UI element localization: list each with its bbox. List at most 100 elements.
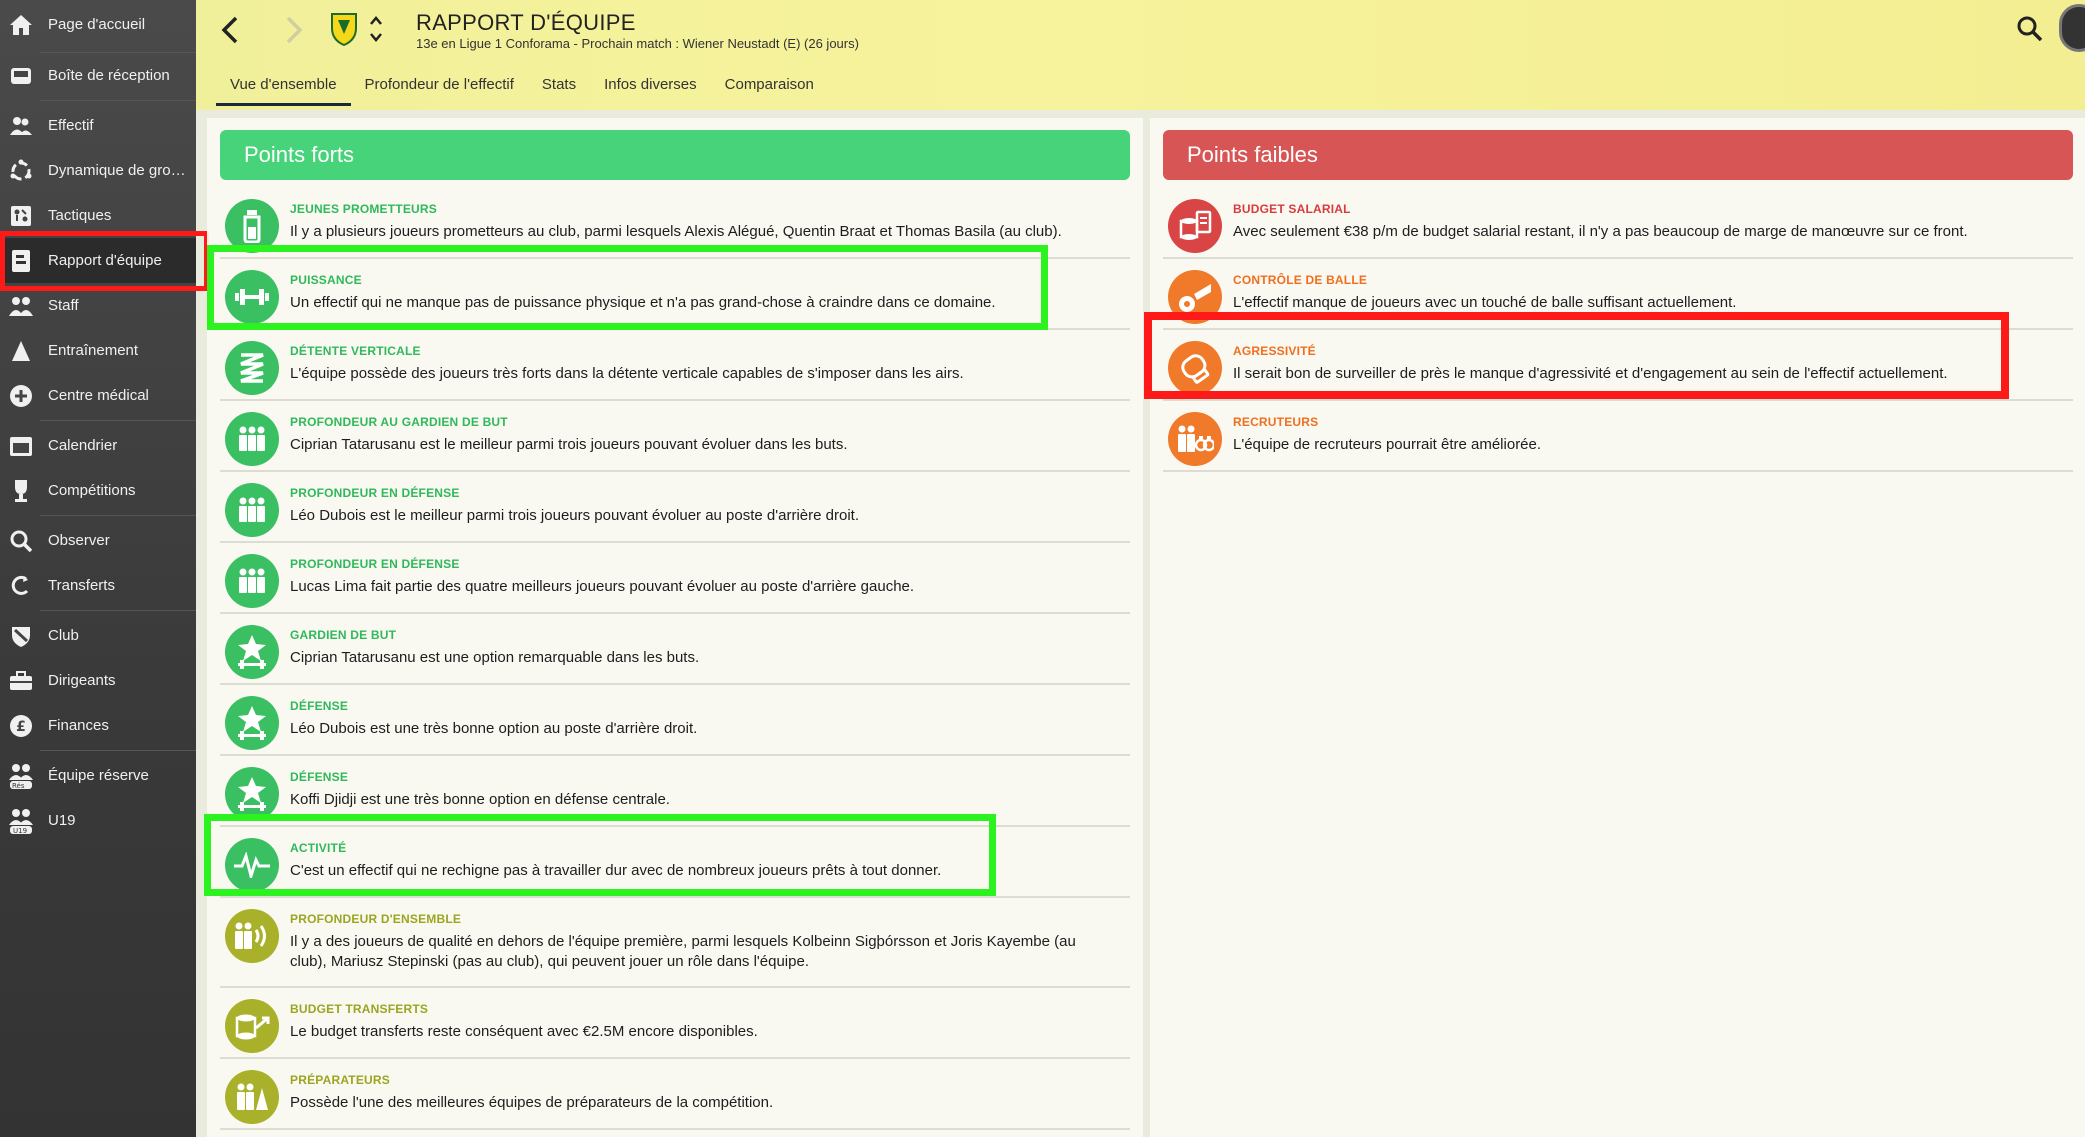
strengths-panel: Points forts JEUNES PROMETTEURS Il y a pl…	[207, 118, 1143, 1137]
sidebar-item-dynamics[interactable]: Dynamique de grou…	[0, 148, 196, 193]
reserve-badge: Rés	[12, 781, 25, 790]
report-row[interactable]: PROFONDEUR AU GARDIEN DE BUT Ciprian Tata…	[220, 401, 1130, 472]
row-category: PROFONDEUR D'ENSEMBLE	[290, 912, 462, 926]
squad-icon	[6, 113, 36, 139]
sidebar-item-label: Dirigeants	[48, 672, 116, 689]
tab-overview[interactable]: Vue d'ensemble	[216, 72, 351, 106]
row-category: AGRESSIVITÉ	[1233, 344, 1316, 358]
sidebar-item-training[interactable]: Entraînement	[0, 328, 196, 373]
finances-icon: £	[6, 713, 36, 739]
sidebar-item-scouting[interactable]: Observer	[0, 518, 196, 563]
sidebar-item-label: Page d'accueil	[48, 16, 146, 33]
report-row[interactable]: JEUNES PROMETTEURS Il y a plusieurs joueu…	[220, 188, 1130, 259]
report-row[interactable]: ACTIVITÉ C'est un effectif qui ne rechign…	[220, 827, 1130, 898]
row-description: Il y a plusieurs joueurs prometteurs au …	[290, 223, 1062, 240]
report-row[interactable]: PROFONDEUR EN DÉFENSE Léo Dubois est le m…	[220, 472, 1130, 543]
row-category: BUDGET TRANSFERTS	[290, 1002, 429, 1016]
report-row[interactable]: CONTRÔLE DE BALLE L'effectif manque de jo…	[1163, 259, 2073, 330]
report-row[interactable]: PUISSANCE Un effectif qui ne manque pas d…	[220, 259, 1130, 330]
report-row[interactable]: RECRUTEURS L'équipe de recruteurs pourrai…	[1163, 401, 2073, 472]
page-title: RAPPORT D'ÉQUIPE	[416, 10, 636, 35]
row-description: Un effectif qui ne manque pas de puissan…	[290, 294, 996, 311]
report-row[interactable]: PROFONDEUR D'ENSEMBLE Il y a des joueurs …	[220, 898, 1130, 988]
sidebar-item-transfers[interactable]: Transferts	[0, 563, 196, 608]
report-row[interactable]: PRÉPARATEURS Possède l'une des meilleures…	[220, 1059, 1130, 1130]
avatar[interactable]	[2059, 4, 2085, 52]
calendar-icon	[6, 433, 36, 459]
tab-bar: Vue d'ensemble Profondeur de l'effectif …	[216, 72, 828, 106]
report-row[interactable]: DÉTENTE VERTICALE L'équipe possède des jo…	[220, 330, 1130, 401]
club-crest-icon[interactable]	[330, 12, 358, 47]
row-category: RECRUTEURS	[1233, 415, 1319, 429]
row-description: Il y a des joueurs de qualité en dehors …	[290, 933, 1076, 970]
sidebar-item-label: Équipe réserve	[48, 767, 149, 784]
row-description: Léo Dubois est le meilleur parmi trois j…	[290, 507, 859, 524]
row-description: Koffi Djidji est une très bonne option e…	[290, 791, 670, 808]
back-button[interactable]	[216, 12, 246, 48]
report-row[interactable]: DÉFENSE Koffi Djidji est une très bonne o…	[220, 756, 1130, 827]
sidebar-divider	[40, 420, 196, 421]
sidebar-item-inbox[interactable]: Boîte de réception	[0, 53, 196, 98]
tab-squad-depth[interactable]: Profondeur de l'effectif	[351, 72, 528, 106]
sidebar: Page d'accueil Boîte de réception Effect…	[0, 0, 196, 1137]
sidebar-divider	[40, 515, 196, 516]
search-button[interactable]	[2015, 14, 2045, 44]
sidebar-item-home[interactable]: Page d'accueil	[0, 2, 196, 47]
row-description: Lucas Lima fait partie des quatre meille…	[290, 578, 915, 595]
sidebar-divider	[40, 750, 196, 751]
u19-badge: U19	[13, 826, 28, 835]
sidebar-item-label: Club	[48, 627, 79, 644]
row-description: L'effectif manque de joueurs avec un tou…	[1233, 294, 1737, 311]
row-description: Ciprian Tatarusanu est une option remarq…	[290, 649, 700, 666]
sidebar-item-label: Rapport d'équipe	[48, 252, 162, 269]
row-category: ACTIVITÉ	[290, 841, 347, 855]
report-row[interactable]: AGRESSIVITÉ Il serait bon de surveiller d…	[1163, 330, 2073, 401]
star-player-icon	[225, 696, 279, 750]
reserve-icon: Rés	[6, 763, 36, 790]
spring-icon	[225, 341, 279, 395]
coins-icon	[225, 999, 279, 1053]
page-subtitle: 13e en Ligue 1 Conforama - Prochain matc…	[416, 36, 859, 51]
sidebar-item-competitions[interactable]: Compétitions	[0, 468, 196, 513]
sidebar-item-label: Calendrier	[48, 437, 118, 454]
report-row[interactable]: BUDGET SALARIAL Avec seulement €38 p/m de…	[1163, 188, 2073, 259]
tactics-icon	[6, 203, 36, 229]
report-row[interactable]: BUDGET TRANSFERTS Le budget transferts re…	[220, 988, 1130, 1059]
sidebar-item-label: Finances	[48, 717, 109, 734]
dynamics-icon	[6, 158, 36, 184]
sidebar-item-board[interactable]: Dirigeants	[0, 658, 196, 703]
sidebar-item-reserve-team[interactable]: Rés Équipe réserve	[0, 753, 196, 798]
staff-icon	[6, 293, 36, 319]
youth-icon: U19	[6, 808, 36, 835]
sidebar-item-club[interactable]: Club	[0, 613, 196, 658]
wage-icon	[1168, 199, 1222, 253]
forward-button[interactable]	[278, 12, 308, 48]
sidebar-item-staff[interactable]: Staff	[0, 283, 196, 328]
sidebar-item-finances[interactable]: £ Finances	[0, 703, 196, 748]
row-category: PUISSANCE	[290, 273, 362, 287]
players-depth-icon	[225, 483, 279, 537]
report-icon	[6, 248, 36, 274]
briefcase-icon	[6, 668, 36, 694]
weaknesses-panel: Points faibles BUDGET SALARIAL Avec seule…	[1150, 118, 2085, 1137]
sidebar-item-medical[interactable]: Centre médical	[0, 373, 196, 418]
report-row[interactable]: PROFONDEUR EN DÉFENSE Lucas Lima fait par…	[220, 543, 1130, 614]
club-switcher-icon[interactable]	[368, 12, 384, 46]
sidebar-item-team-report[interactable]: Rapport d'équipe	[0, 238, 196, 283]
tab-comparison[interactable]: Comparaison	[711, 72, 828, 106]
tab-stats[interactable]: Stats	[528, 72, 590, 106]
sidebar-item-squad[interactable]: Effectif	[0, 103, 196, 148]
row-description: Avec seulement €38 p/m de budget salaria…	[1233, 223, 1968, 240]
sidebar-item-calendar[interactable]: Calendrier	[0, 423, 196, 468]
svg-text:£: £	[16, 719, 26, 735]
report-row[interactable]: DÉFENSE Léo Dubois est une très bonne opt…	[220, 685, 1130, 756]
trophy-icon	[6, 478, 36, 504]
tab-misc-info[interactable]: Infos diverses	[590, 72, 711, 106]
sidebar-item-u19[interactable]: U19 U19	[0, 798, 196, 843]
sidebar-item-tactics[interactable]: Tactiques	[0, 193, 196, 238]
row-category: JEUNES PROMETTEURS	[290, 202, 437, 216]
row-description: C'est un effectif qui ne rechigne pas à …	[290, 862, 942, 879]
report-row[interactable]: GARDIEN DE BUT Ciprian Tatarusanu est une…	[220, 614, 1130, 685]
header: RAPPORT D'ÉQUIPE 13e en Ligue 1 Conforam…	[196, 0, 2085, 110]
ball-control-icon	[1168, 270, 1222, 324]
